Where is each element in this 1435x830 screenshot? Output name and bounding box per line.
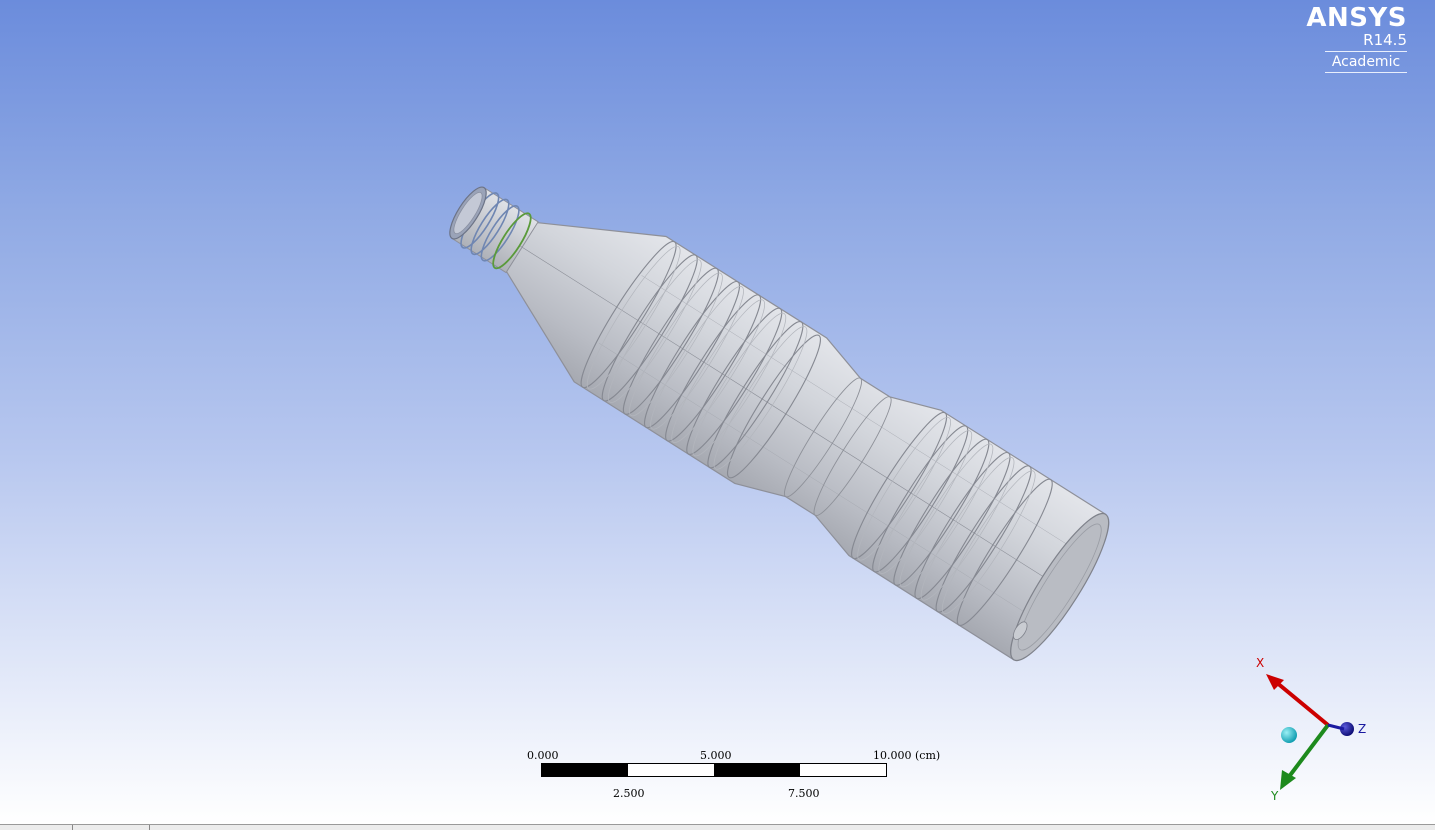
axis-triad-icon[interactable]: X Z Y bbox=[1240, 650, 1430, 810]
logo-brand: ANSYS bbox=[1306, 3, 1407, 33]
scale-segment bbox=[628, 764, 714, 776]
scale-label-10: 10.000 (cm) bbox=[873, 749, 941, 762]
scale-segment bbox=[542, 764, 628, 776]
bottle-model[interactable] bbox=[0, 0, 1435, 824]
y-axis-label: Y bbox=[1270, 789, 1279, 803]
scale-segment bbox=[800, 764, 886, 776]
status-tab[interactable] bbox=[72, 825, 150, 830]
graphics-viewport[interactable]: ANSYS R14.5 Academic 0.000 5.000 10.000 … bbox=[0, 0, 1435, 824]
scale-label-2-5: 2.500 bbox=[613, 787, 645, 800]
x-axis-label: X bbox=[1256, 656, 1264, 670]
logo-edition: Academic bbox=[1325, 51, 1407, 73]
isometric-view-ball[interactable] bbox=[1281, 727, 1297, 743]
status-bar bbox=[0, 824, 1435, 830]
ansys-logo: ANSYS R14.5 Academic bbox=[1306, 4, 1407, 73]
x-axis-arrow[interactable] bbox=[1274, 680, 1330, 727]
scale-bar-graphic bbox=[541, 763, 887, 777]
scale-label-5: 5.000 bbox=[700, 749, 732, 762]
scale-label-7-5: 7.500 bbox=[788, 787, 820, 800]
z-axis-label: Z bbox=[1358, 722, 1366, 736]
scale-segment bbox=[714, 764, 800, 776]
logo-version: R14.5 bbox=[1363, 31, 1407, 49]
scale-bar: 0.000 5.000 10.000 (cm) 2.500 7.500 bbox=[520, 748, 950, 804]
scale-label-0: 0.000 bbox=[527, 749, 559, 762]
